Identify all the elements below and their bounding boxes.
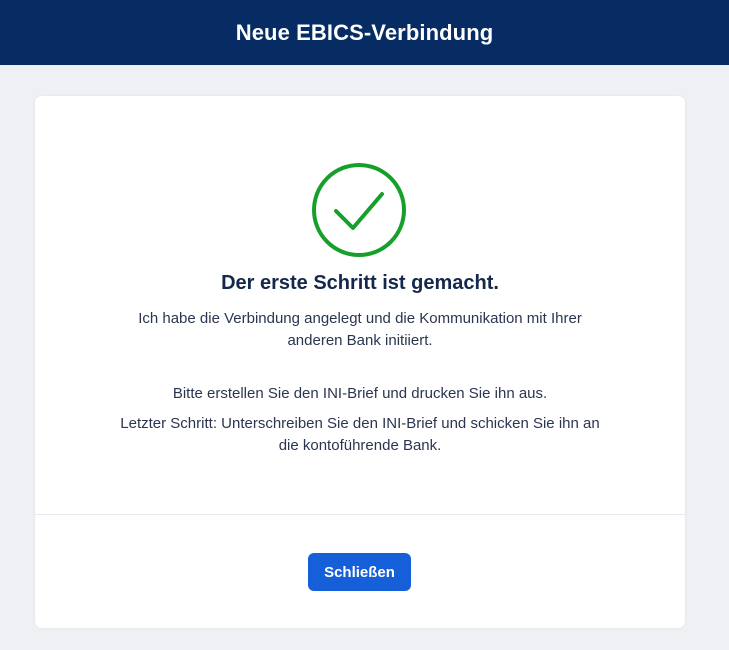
- dialog-divider: [35, 514, 685, 515]
- page: Neue EBICS-Verbindung Der erste Schritt …: [0, 0, 729, 650]
- page-title: Neue EBICS-Verbindung: [235, 19, 494, 45]
- close-button[interactable]: Schließen: [308, 553, 411, 591]
- dialog-message-last-step: Letzter Schritt: Unterschreiben Sie den …: [120, 415, 600, 454]
- dialog-message-connection: Ich habe die Verbindung angelegt und die…: [138, 310, 582, 349]
- top-bar: Neue EBICS-Verbindung: [0, 0, 729, 65]
- dialog-heading: Der erste Schritt ist gemacht.: [221, 272, 499, 294]
- dialog-message-ini-letter: Bitte erstellen Sie den INI-Brief und dr…: [172, 385, 548, 402]
- success-dialog: Der erste Schritt ist gemacht. Ich habe …: [35, 96, 685, 628]
- dialog-body: Der erste Schritt ist gemacht. Ich habe …: [35, 96, 685, 514]
- success-check-icon: [311, 162, 407, 258]
